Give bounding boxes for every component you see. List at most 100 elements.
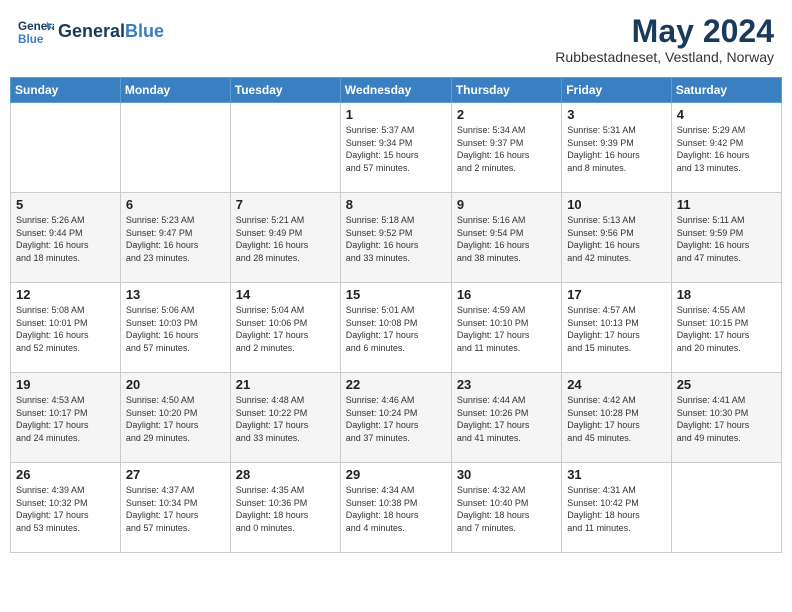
calendar-week-row: 1Sunrise: 5:37 AM Sunset: 9:34 PM Daylig… xyxy=(11,103,782,193)
day-info: Sunrise: 4:55 AM Sunset: 10:15 PM Daylig… xyxy=(677,304,776,354)
calendar-cell: 20 Sunrise: 4:50 AM Sunset: 10:20 PM Dayl… xyxy=(120,373,230,463)
calendar-cell: 3Sunrise: 5:31 AM Sunset: 9:39 PM Daylig… xyxy=(562,103,671,193)
day-number: 29 xyxy=(346,467,446,482)
day-number: 16 xyxy=(457,287,556,302)
day-number: 17 xyxy=(567,287,665,302)
column-header-sunday: Sunday xyxy=(11,78,121,103)
day-number: 30 xyxy=(457,467,556,482)
calendar-cell: 22 Sunrise: 4:46 AM Sunset: 10:24 PM Dayl… xyxy=(340,373,451,463)
calendar-cell: 2 Sunrise: 5:34 AM Sunset: 9:37 PM Daylig… xyxy=(451,103,561,193)
day-number: 20 xyxy=(126,377,225,392)
day-info: Sunrise: 5:01 AM Sunset: 10:08 PM Daylig… xyxy=(346,304,446,354)
month-title: May 2024 xyxy=(555,14,774,49)
calendar-cell: 26 Sunrise: 4:39 AM Sunset: 10:32 PM Dayl… xyxy=(11,463,121,553)
day-info: Sunrise: 5:08 AM Sunset: 10:01 PM Daylig… xyxy=(16,304,115,354)
day-info: Sunrise: 4:31 AM Sunset: 10:42 PM Daylig… xyxy=(567,484,665,534)
column-header-tuesday: Tuesday xyxy=(230,78,340,103)
calendar-week-row: 19 Sunrise: 4:53 AM Sunset: 10:17 PM Dayl… xyxy=(11,373,782,463)
day-info: Sunrise: 5:06 AM Sunset: 10:03 PM Daylig… xyxy=(126,304,225,354)
location-title: Rubbestadneset, Vestland, Norway xyxy=(555,49,774,65)
calendar-cell: 12 Sunrise: 5:08 AM Sunset: 10:01 PM Dayl… xyxy=(11,283,121,373)
day-number: 5 xyxy=(16,197,115,212)
calendar-cell xyxy=(230,103,340,193)
calendar-cell: 10 Sunrise: 5:13 AM Sunset: 9:56 PM Dayli… xyxy=(562,193,671,283)
column-header-monday: Monday xyxy=(120,78,230,103)
calendar-table: SundayMondayTuesdayWednesdayThursdayFrid… xyxy=(10,77,782,553)
day-info: Sunrise: 4:32 AM Sunset: 10:40 PM Daylig… xyxy=(457,484,556,534)
column-header-wednesday: Wednesday xyxy=(340,78,451,103)
day-info: Sunrise: 4:37 AM Sunset: 10:34 PM Daylig… xyxy=(126,484,225,534)
day-number: 22 xyxy=(346,377,446,392)
day-info: Sunrise: 4:59 AM Sunset: 10:10 PM Daylig… xyxy=(457,304,556,354)
calendar-cell: 19 Sunrise: 4:53 AM Sunset: 10:17 PM Dayl… xyxy=(11,373,121,463)
day-info: Sunrise: 5:34 AM Sunset: 9:37 PM Dayligh… xyxy=(457,124,556,174)
calendar-cell: 27 Sunrise: 4:37 AM Sunset: 10:34 PM Dayl… xyxy=(120,463,230,553)
day-number: 24 xyxy=(567,377,665,392)
day-info: Sunrise: 5:23 AM Sunset: 9:47 PM Dayligh… xyxy=(126,214,225,264)
day-number: 15 xyxy=(346,287,446,302)
title-block: May 2024 Rubbestadneset, Vestland, Norwa… xyxy=(555,14,774,65)
day-number: 23 xyxy=(457,377,556,392)
column-header-friday: Friday xyxy=(562,78,671,103)
calendar-cell: 23Sunrise: 4:44 AM Sunset: 10:26 PM Dayl… xyxy=(451,373,561,463)
day-number: 12 xyxy=(16,287,115,302)
calendar-cell: 4Sunrise: 5:29 AM Sunset: 9:42 PM Daylig… xyxy=(671,103,781,193)
calendar-cell: 18 Sunrise: 4:55 AM Sunset: 10:15 PM Dayl… xyxy=(671,283,781,373)
day-info: Sunrise: 5:04 AM Sunset: 10:06 PM Daylig… xyxy=(236,304,335,354)
calendar-cell: 14Sunrise: 5:04 AM Sunset: 10:06 PM Dayl… xyxy=(230,283,340,373)
day-info: Sunrise: 5:21 AM Sunset: 9:49 PM Dayligh… xyxy=(236,214,335,264)
calendar-cell: 9 Sunrise: 5:16 AM Sunset: 9:54 PM Daylig… xyxy=(451,193,561,283)
calendar-cell: 8 Sunrise: 5:18 AM Sunset: 9:52 PM Daylig… xyxy=(340,193,451,283)
day-number: 10 xyxy=(567,197,665,212)
day-info: Sunrise: 4:53 AM Sunset: 10:17 PM Daylig… xyxy=(16,394,115,444)
day-info: Sunrise: 5:16 AM Sunset: 9:54 PM Dayligh… xyxy=(457,214,556,264)
day-info: Sunrise: 4:50 AM Sunset: 10:20 PM Daylig… xyxy=(126,394,225,444)
logo-general: General xyxy=(58,21,125,41)
calendar-cell xyxy=(671,463,781,553)
logo-blue: Blue xyxy=(125,21,164,41)
day-number: 19 xyxy=(16,377,115,392)
day-info: Sunrise: 5:13 AM Sunset: 9:56 PM Dayligh… xyxy=(567,214,665,264)
day-number: 31 xyxy=(567,467,665,482)
svg-text:Blue: Blue xyxy=(18,33,44,46)
day-number: 18 xyxy=(677,287,776,302)
calendar-cell: 25Sunrise: 4:41 AM Sunset: 10:30 PM Dayl… xyxy=(671,373,781,463)
day-info: Sunrise: 4:35 AM Sunset: 10:36 PM Daylig… xyxy=(236,484,335,534)
calendar-cell: 30 Sunrise: 4:32 AM Sunset: 10:40 PM Dayl… xyxy=(451,463,561,553)
calendar-cell xyxy=(120,103,230,193)
day-number: 6 xyxy=(126,197,225,212)
day-info: Sunrise: 5:18 AM Sunset: 9:52 PM Dayligh… xyxy=(346,214,446,264)
day-number: 13 xyxy=(126,287,225,302)
day-number: 8 xyxy=(346,197,446,212)
calendar-cell: 24 Sunrise: 4:42 AM Sunset: 10:28 PM Dayl… xyxy=(562,373,671,463)
calendar-cell: 13 Sunrise: 5:06 AM Sunset: 10:03 PM Dayl… xyxy=(120,283,230,373)
calendar-cell: 11Sunrise: 5:11 AM Sunset: 9:59 PM Dayli… xyxy=(671,193,781,283)
day-info: Sunrise: 5:31 AM Sunset: 9:39 PM Dayligh… xyxy=(567,124,665,174)
calendar-week-row: 26 Sunrise: 4:39 AM Sunset: 10:32 PM Dayl… xyxy=(11,463,782,553)
day-number: 21 xyxy=(236,377,335,392)
calendar-cell: 16 Sunrise: 4:59 AM Sunset: 10:10 PM Dayl… xyxy=(451,283,561,373)
day-number: 26 xyxy=(16,467,115,482)
day-number: 7 xyxy=(236,197,335,212)
day-info: Sunrise: 5:37 AM Sunset: 9:34 PM Dayligh… xyxy=(346,124,446,174)
column-header-thursday: Thursday xyxy=(451,78,561,103)
calendar-cell: 31 Sunrise: 4:31 AM Sunset: 10:42 PM Dayl… xyxy=(562,463,671,553)
day-number: 11 xyxy=(677,197,776,212)
calendar-cell: 21Sunrise: 4:48 AM Sunset: 10:22 PM Dayl… xyxy=(230,373,340,463)
calendar-cell: 6 Sunrise: 5:23 AM Sunset: 9:47 PM Daylig… xyxy=(120,193,230,283)
day-info: Sunrise: 4:39 AM Sunset: 10:32 PM Daylig… xyxy=(16,484,115,534)
calendar-cell: 5Sunrise: 5:26 AM Sunset: 9:44 PM Daylig… xyxy=(11,193,121,283)
page-header: General Blue GeneralBlue May 2024 Rubbes… xyxy=(10,10,782,69)
calendar-cell: 15 Sunrise: 5:01 AM Sunset: 10:08 PM Dayl… xyxy=(340,283,451,373)
day-info: Sunrise: 5:29 AM Sunset: 9:42 PM Dayligh… xyxy=(677,124,776,174)
day-info: Sunrise: 4:46 AM Sunset: 10:24 PM Daylig… xyxy=(346,394,446,444)
day-number: 9 xyxy=(457,197,556,212)
day-number: 2 xyxy=(457,107,556,122)
day-number: 27 xyxy=(126,467,225,482)
day-info: Sunrise: 4:42 AM Sunset: 10:28 PM Daylig… xyxy=(567,394,665,444)
calendar-cell: 28Sunrise: 4:35 AM Sunset: 10:36 PM Dayl… xyxy=(230,463,340,553)
calendar-week-row: 5Sunrise: 5:26 AM Sunset: 9:44 PM Daylig… xyxy=(11,193,782,283)
calendar-cell: 1Sunrise: 5:37 AM Sunset: 9:34 PM Daylig… xyxy=(340,103,451,193)
day-info: Sunrise: 4:41 AM Sunset: 10:30 PM Daylig… xyxy=(677,394,776,444)
day-info: Sunrise: 4:57 AM Sunset: 10:13 PM Daylig… xyxy=(567,304,665,354)
